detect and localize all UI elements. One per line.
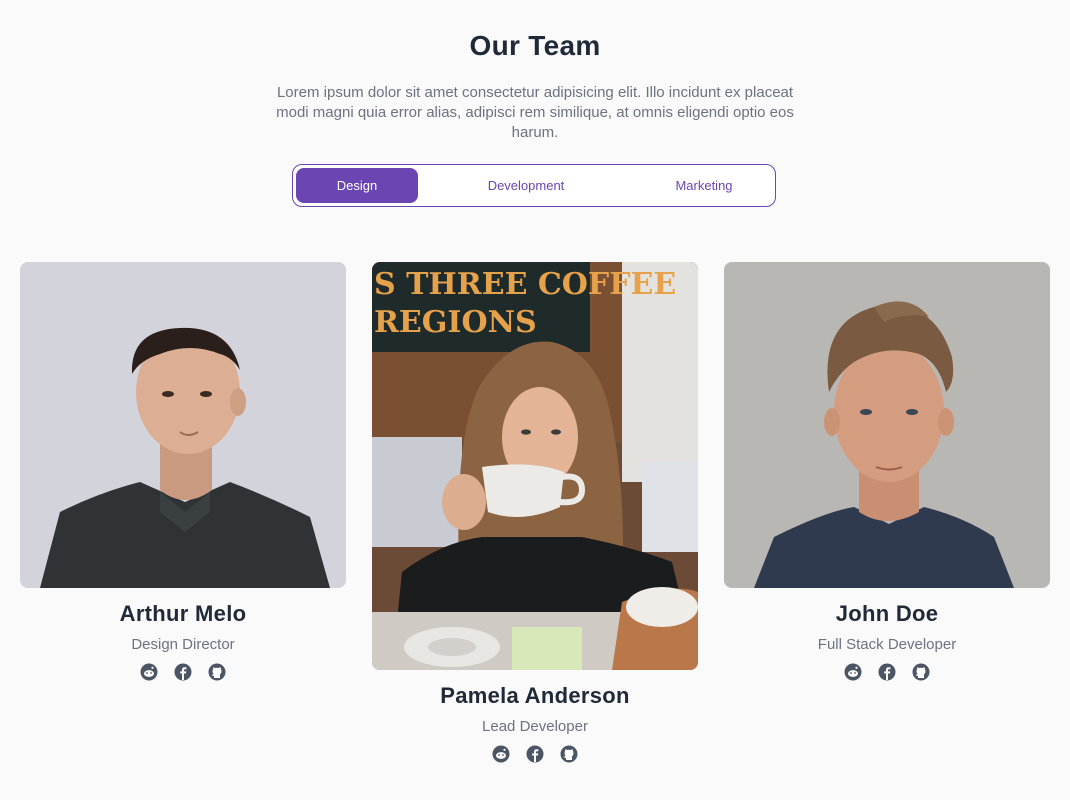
sign-line-1: S THREE COFFEE [374,267,676,302]
team-card-john-doe: John Doe Full Stack Developer [724,262,1050,681]
member-name: Arthur Melo [119,601,247,626]
page-title: Our Team [469,30,601,61]
tab-marketing[interactable]: Marketing [643,168,765,203]
tab-development[interactable]: Development [465,168,587,203]
member-name: John Doe [835,601,939,626]
sign-line-2: REGIONS [374,305,537,340]
tab-design[interactable]: Design [296,168,418,203]
member-role: Design Director [131,636,235,653]
intro-text: Lorem ipsum dolor sit amet consectetur a… [276,84,794,141]
social-links [724,663,1050,681]
github-icon[interactable] [208,663,226,681]
facebook-icon[interactable] [174,663,192,681]
social-links [372,745,698,763]
member-name: Pamela Anderson [440,683,630,708]
member-role: Lead Developer [482,718,588,735]
member-photo [20,262,346,588]
team-card-arthur-melo: Arthur Melo Design Director [20,262,346,681]
member-photo [724,262,1050,588]
reddit-icon[interactable] [140,663,158,681]
team-card-pamela-anderson: S THREE COFFEE REGIONS Pamela Anderson L… [372,262,698,763]
facebook-icon[interactable] [526,745,544,763]
member-role: Full Stack Developer [817,636,957,653]
social-links [20,663,346,681]
team-tabs: Design Development Marketing [292,164,776,207]
facebook-icon[interactable] [878,663,896,681]
member-photo: S THREE COFFEE REGIONS [372,262,698,670]
reddit-icon[interactable] [492,745,510,763]
github-icon[interactable] [912,663,930,681]
team-page: Our Team Lorem ipsum dolor sit amet cons… [0,0,1070,800]
reddit-icon[interactable] [844,663,862,681]
github-icon[interactable] [560,745,578,763]
